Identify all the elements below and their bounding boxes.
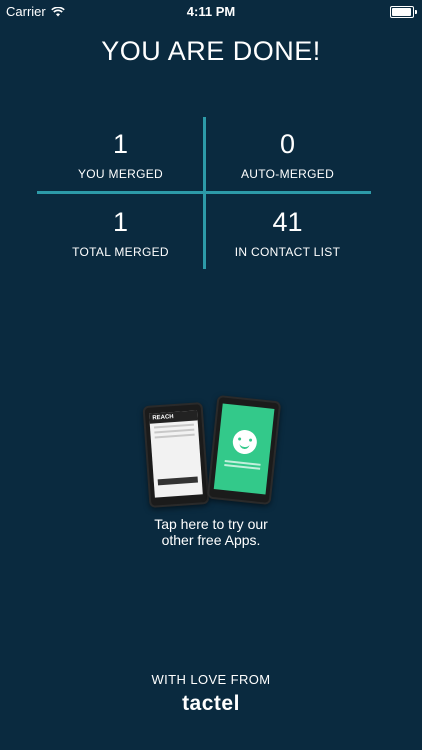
smiley-phone-illustration [206,394,282,506]
promo-text-line2: other free Apps. [161,532,261,548]
stat-auto-merged: 0 AUTO-MERGED [204,129,371,181]
stat-value: 1 [112,207,129,237]
promo-apps-image[interactable]: REACH [140,394,282,510]
page-title: YOU ARE DONE! [101,36,321,66]
status-time: 4:11 PM [186,4,236,19]
stats-grid: 1 YOU MERGED 0 AUTO-MERGED 1 TOTAL MERGE… [37,117,371,269]
reach-phone-illustration: REACH [142,402,210,508]
status-bar: Carrier 4:11 PM [0,0,422,22]
stat-label: IN CONTACT LIST [234,245,341,259]
stat-label: YOU MERGED [77,167,163,181]
promo-text-line1: Tap here to try our [154,516,268,532]
battery-icon [390,6,417,18]
footer-label: WITH LOVE FROM [151,672,271,687]
stat-you-merged: 1 YOU MERGED [37,129,204,181]
stat-total-merged: 1 TOTAL MERGED [37,207,204,259]
stat-label: AUTO-MERGED [240,167,335,181]
promo-link[interactable]: Tap here to try our other free Apps. [0,516,422,548]
brand-logo: tactel [182,692,240,715]
stat-value: 0 [279,129,296,159]
stat-in-contact-list: 41 IN CONTACT LIST [204,207,371,259]
reach-logo: REACH [149,410,198,424]
stat-value: 1 [112,129,129,159]
smiley-icon [231,428,259,456]
stat-label: TOTAL MERGED [72,245,169,259]
stat-value: 41 [272,207,303,237]
